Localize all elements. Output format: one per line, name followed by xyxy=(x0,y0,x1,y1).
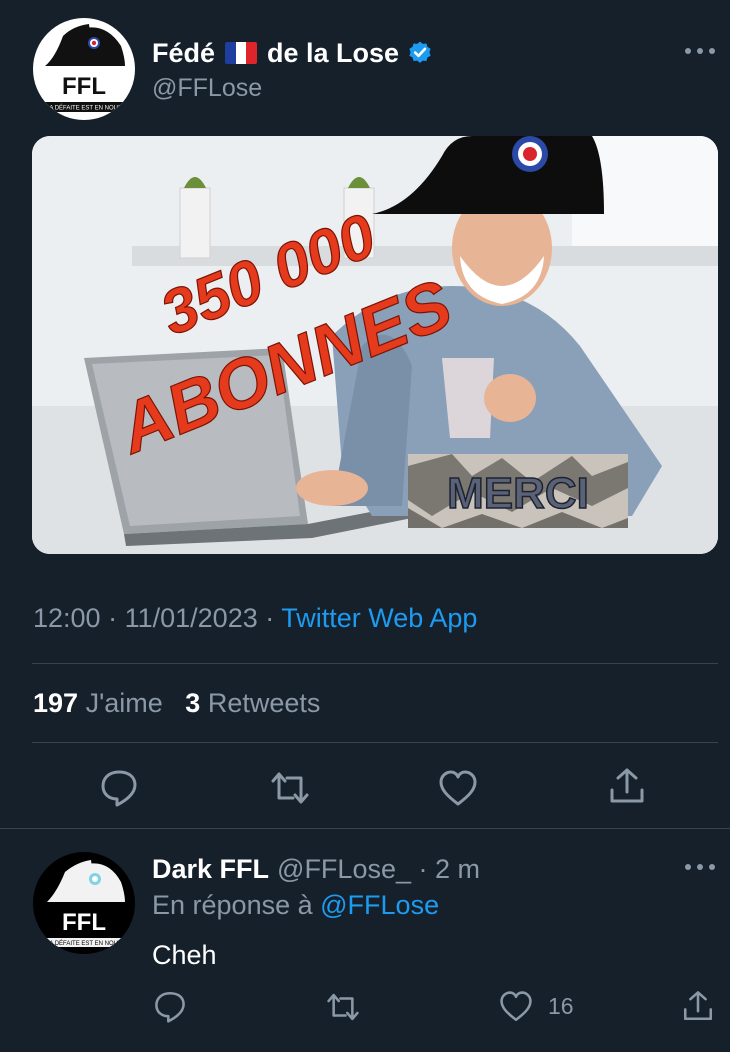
bicorne-logo-icon: FFL LA DÉFAITE EST EN NOUS xyxy=(37,860,131,947)
in-reply-prefix: En réponse à xyxy=(152,890,313,920)
tweet-media-image[interactable]: 350 000 ABONNES MERCI xyxy=(32,136,718,554)
likes-count: 197 xyxy=(33,688,79,718)
svg-text:FFL: FFL xyxy=(62,73,106,100)
reply-author-row[interactable]: Dark FFL @FFLose_ · 2 m xyxy=(152,852,480,886)
svg-text:MERCI: MERCI xyxy=(447,469,589,518)
divider xyxy=(32,742,718,743)
reply-icon[interactable] xyxy=(99,767,139,807)
tweet-timestamp-row: 12:00 · 11/01/2023 · Twitter Web App xyxy=(33,603,477,634)
like-icon[interactable] xyxy=(438,769,478,809)
separator-dot: · xyxy=(411,853,435,884)
reply-reply-icon[interactable] xyxy=(153,989,187,1023)
likes-label: J'aime xyxy=(85,688,163,718)
reply-author-avatar[interactable]: FFL LA DÉFAITE EST EN NOUS xyxy=(33,852,135,954)
author-avatar[interactable]: FFL LA DÉFAITE EST EN NOUS xyxy=(33,18,135,120)
verified-badge-icon xyxy=(409,41,431,63)
retweets-stat[interactable]: 3 Retweets xyxy=(185,688,320,718)
reply-share-icon[interactable] xyxy=(681,989,715,1023)
more-options-icon[interactable] xyxy=(682,45,718,57)
svg-text:LA DÉFAITE EST EN NOUS: LA DÉFAITE EST EN NOUS xyxy=(46,940,122,947)
share-icon[interactable] xyxy=(607,766,647,806)
tweet-date[interactable]: 11/01/2023 xyxy=(125,603,258,633)
tweet-time[interactable]: 12:00 xyxy=(33,603,101,633)
reply-like-count: 16 xyxy=(548,993,574,1019)
retweets-count: 3 xyxy=(185,688,201,718)
svg-text:FFL: FFL xyxy=(62,909,106,936)
reply-retweet-icon[interactable] xyxy=(326,990,360,1024)
in-reply-to-line: En réponse à @FFLose xyxy=(152,890,439,921)
display-name-part-2: de la Lose xyxy=(267,37,400,68)
display-name-part-1: Fédé xyxy=(152,37,216,68)
tweet-source-link[interactable]: Twitter Web App xyxy=(281,603,477,633)
reply-text: Cheh xyxy=(152,940,217,970)
meme-illustration: 350 000 ABONNES MERCI xyxy=(32,136,718,554)
separator-dot: · xyxy=(108,603,125,633)
divider xyxy=(0,828,730,829)
retweet-icon[interactable] xyxy=(270,768,310,808)
reply-like-icon[interactable] xyxy=(499,990,533,1024)
reply-age: 2 m xyxy=(435,853,481,884)
likes-stat[interactable]: 197 J'aime xyxy=(33,688,163,718)
reply-display-name: Dark FFL xyxy=(152,853,270,884)
author-name-row[interactable]: Fédé de la Lose xyxy=(152,36,433,70)
retweets-label: Retweets xyxy=(207,688,321,718)
svg-text:LA DÉFAITE EST EN NOUS: LA DÉFAITE EST EN NOUS xyxy=(46,105,122,112)
bicorne-logo-icon: FFL LA DÉFAITE EST EN NOUS xyxy=(37,24,131,112)
reply-handle: @FFLose_ xyxy=(277,853,411,884)
in-reply-mention-link[interactable]: @FFLose xyxy=(320,890,439,920)
tweet-stats-row: 197 J'aime 3 Retweets xyxy=(33,688,320,719)
author-handle[interactable]: @FFLose xyxy=(152,74,262,103)
separator-dot: · xyxy=(265,603,282,633)
reply-more-options-icon[interactable] xyxy=(682,861,718,873)
divider xyxy=(32,663,718,664)
french-flag-icon xyxy=(225,42,258,64)
